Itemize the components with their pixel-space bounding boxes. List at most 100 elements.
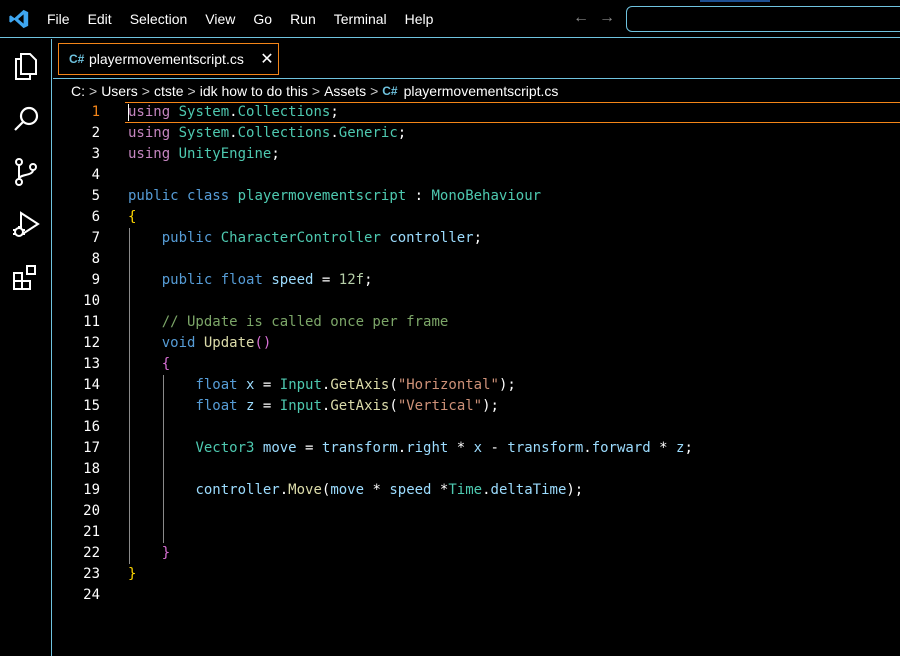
code-token: x — [473, 440, 483, 456]
line-number: 17 — [83, 440, 100, 456]
line-number: 4 — [91, 167, 100, 183]
line-number: 6 — [91, 209, 100, 225]
code-line[interactable]: 12 void Update() — [53, 333, 900, 354]
menu-go[interactable]: Go — [244, 0, 281, 38]
line-number: 18 — [83, 461, 100, 477]
code-line[interactable]: 19 controller.Move(move * speed *Time.de… — [53, 480, 900, 501]
code-token: class — [187, 188, 230, 204]
menu-view[interactable]: View — [196, 0, 244, 38]
code-token: float — [195, 398, 238, 414]
code-line[interactable]: 18 — [53, 459, 900, 480]
code-token: move — [330, 482, 365, 498]
code-token: right — [406, 440, 449, 456]
line-number: 24 — [83, 587, 100, 603]
code-line[interactable]: 21 — [53, 522, 900, 543]
menu-edit[interactable]: Edit — [79, 0, 121, 38]
tab-playermovementscript[interactable]: C# playermovementscript.cs ✕ — [58, 43, 279, 75]
menu-run[interactable]: Run — [281, 0, 325, 38]
code-token: public — [161, 272, 213, 288]
indent-guide — [163, 375, 164, 543]
code-line[interactable]: 5 public class playermovementscript : Mon… — [53, 186, 900, 207]
code-line[interactable]: 9 public float speed = 12f; — [53, 270, 900, 291]
tab-label: playermovementscript.cs — [89, 51, 244, 67]
search-icon[interactable] — [10, 103, 42, 135]
line-number: 10 — [83, 293, 100, 309]
menu-file[interactable]: File — [38, 0, 79, 38]
code-token: "Vertical" — [397, 398, 483, 414]
code-line[interactable]: 24 — [53, 585, 900, 606]
code-token: 12f — [338, 272, 365, 288]
code-line[interactable]: 4 — [53, 165, 900, 186]
line-number: 1 — [91, 104, 100, 120]
code-line[interactable]: 20 — [53, 501, 900, 522]
code-line[interactable]: 10 — [53, 291, 900, 312]
code-token: = — [296, 440, 322, 456]
menu-selection[interactable]: Selection — [121, 0, 197, 38]
code-editor[interactable]: 1 using System.Collections; 2 using System.… — [53, 102, 900, 656]
code-line[interactable]: 14 float x = Input.GetAxis("Horizontal")… — [53, 375, 900, 396]
line-number: 13 — [83, 356, 100, 372]
code-line[interactable]: 2 using System.Collections.Generic; — [53, 123, 900, 144]
breadcrumb-separator: > — [370, 83, 379, 99]
menu-terminal[interactable]: Terminal — [325, 0, 396, 38]
editor-tab-bar: C# playermovementscript.cs ✕ — [53, 39, 900, 79]
code-line[interactable]: 23} — [53, 564, 900, 585]
code-line[interactable]: 15 float z = Input.GetAxis("Vertical"); — [53, 396, 900, 417]
run-debug-icon[interactable] — [10, 209, 42, 241]
extensions-icon[interactable] — [10, 262, 42, 294]
code-token: Time — [448, 482, 483, 498]
code-token: controller — [389, 230, 474, 246]
code-line[interactable]: 6{ — [53, 207, 900, 228]
code-token: speed — [389, 482, 432, 498]
code-text: using UnityEngine; — [128, 144, 280, 165]
explorer-icon[interactable] — [10, 50, 42, 82]
code-text: Vector3 move = transform.right * x - tra… — [128, 438, 692, 459]
code-text: using System.Collections; — [128, 102, 339, 123]
code-line[interactable]: 8 — [53, 249, 900, 270]
breadcrumb-item[interactable]: Users — [101, 83, 138, 99]
indent-guide — [129, 228, 130, 564]
code-token: ; — [271, 146, 280, 162]
close-icon[interactable]: ✕ — [256, 49, 278, 69]
vscode-logo-icon[interactable] — [8, 8, 30, 30]
code-line[interactable]: 11 // Update is called once per frame — [53, 312, 900, 333]
code-token: * — [364, 482, 390, 498]
code-line[interactable]: 17 Vector3 move = transform.right * x - … — [53, 438, 900, 459]
breadcrumb-file[interactable]: playermovementscript.cs — [404, 83, 559, 99]
code-line[interactable]: 7 public CharacterController controller; — [53, 228, 900, 249]
code-token: forward — [591, 440, 651, 456]
code-text: controller.Move(move * speed *Time.delta… — [128, 480, 583, 501]
command-center-search[interactable] — [626, 6, 900, 32]
menu-help[interactable]: Help — [396, 0, 443, 38]
code-line[interactable]: 3 using UnityEngine; — [53, 144, 900, 165]
code-token: transform — [507, 440, 584, 456]
code-line[interactable]: 13 { — [53, 354, 900, 375]
code-text: } — [128, 543, 170, 564]
code-token: move — [262, 440, 297, 456]
code-token: . — [279, 482, 289, 498]
breadcrumb-separator: > — [89, 83, 98, 99]
back-arrow-icon[interactable]: ← — [572, 9, 590, 27]
breadcrumb-item[interactable]: C: — [71, 83, 85, 99]
code-token: MonoBehaviour — [431, 188, 542, 204]
code-token: ); — [482, 398, 499, 414]
code-token: ); — [566, 482, 584, 498]
code-token: UnityEngine — [178, 146, 272, 162]
code-line[interactable]: 1 using System.Collections; — [53, 102, 900, 123]
source-control-icon[interactable] — [10, 156, 42, 188]
code-token: Vector3 — [195, 440, 255, 456]
code-line[interactable]: 22 } — [53, 543, 900, 564]
code-line[interactable]: 16 — [53, 417, 900, 438]
code-token: = — [254, 398, 280, 414]
breadcrumb-item[interactable]: idk how to do this — [200, 83, 308, 99]
breadcrumb-item[interactable]: Assets — [324, 83, 366, 99]
forward-arrow-icon[interactable]: → — [598, 9, 616, 27]
breadcrumb-item[interactable]: ctste — [154, 83, 184, 99]
code-token: ( — [389, 398, 398, 414]
code-token: Input — [279, 398, 322, 414]
